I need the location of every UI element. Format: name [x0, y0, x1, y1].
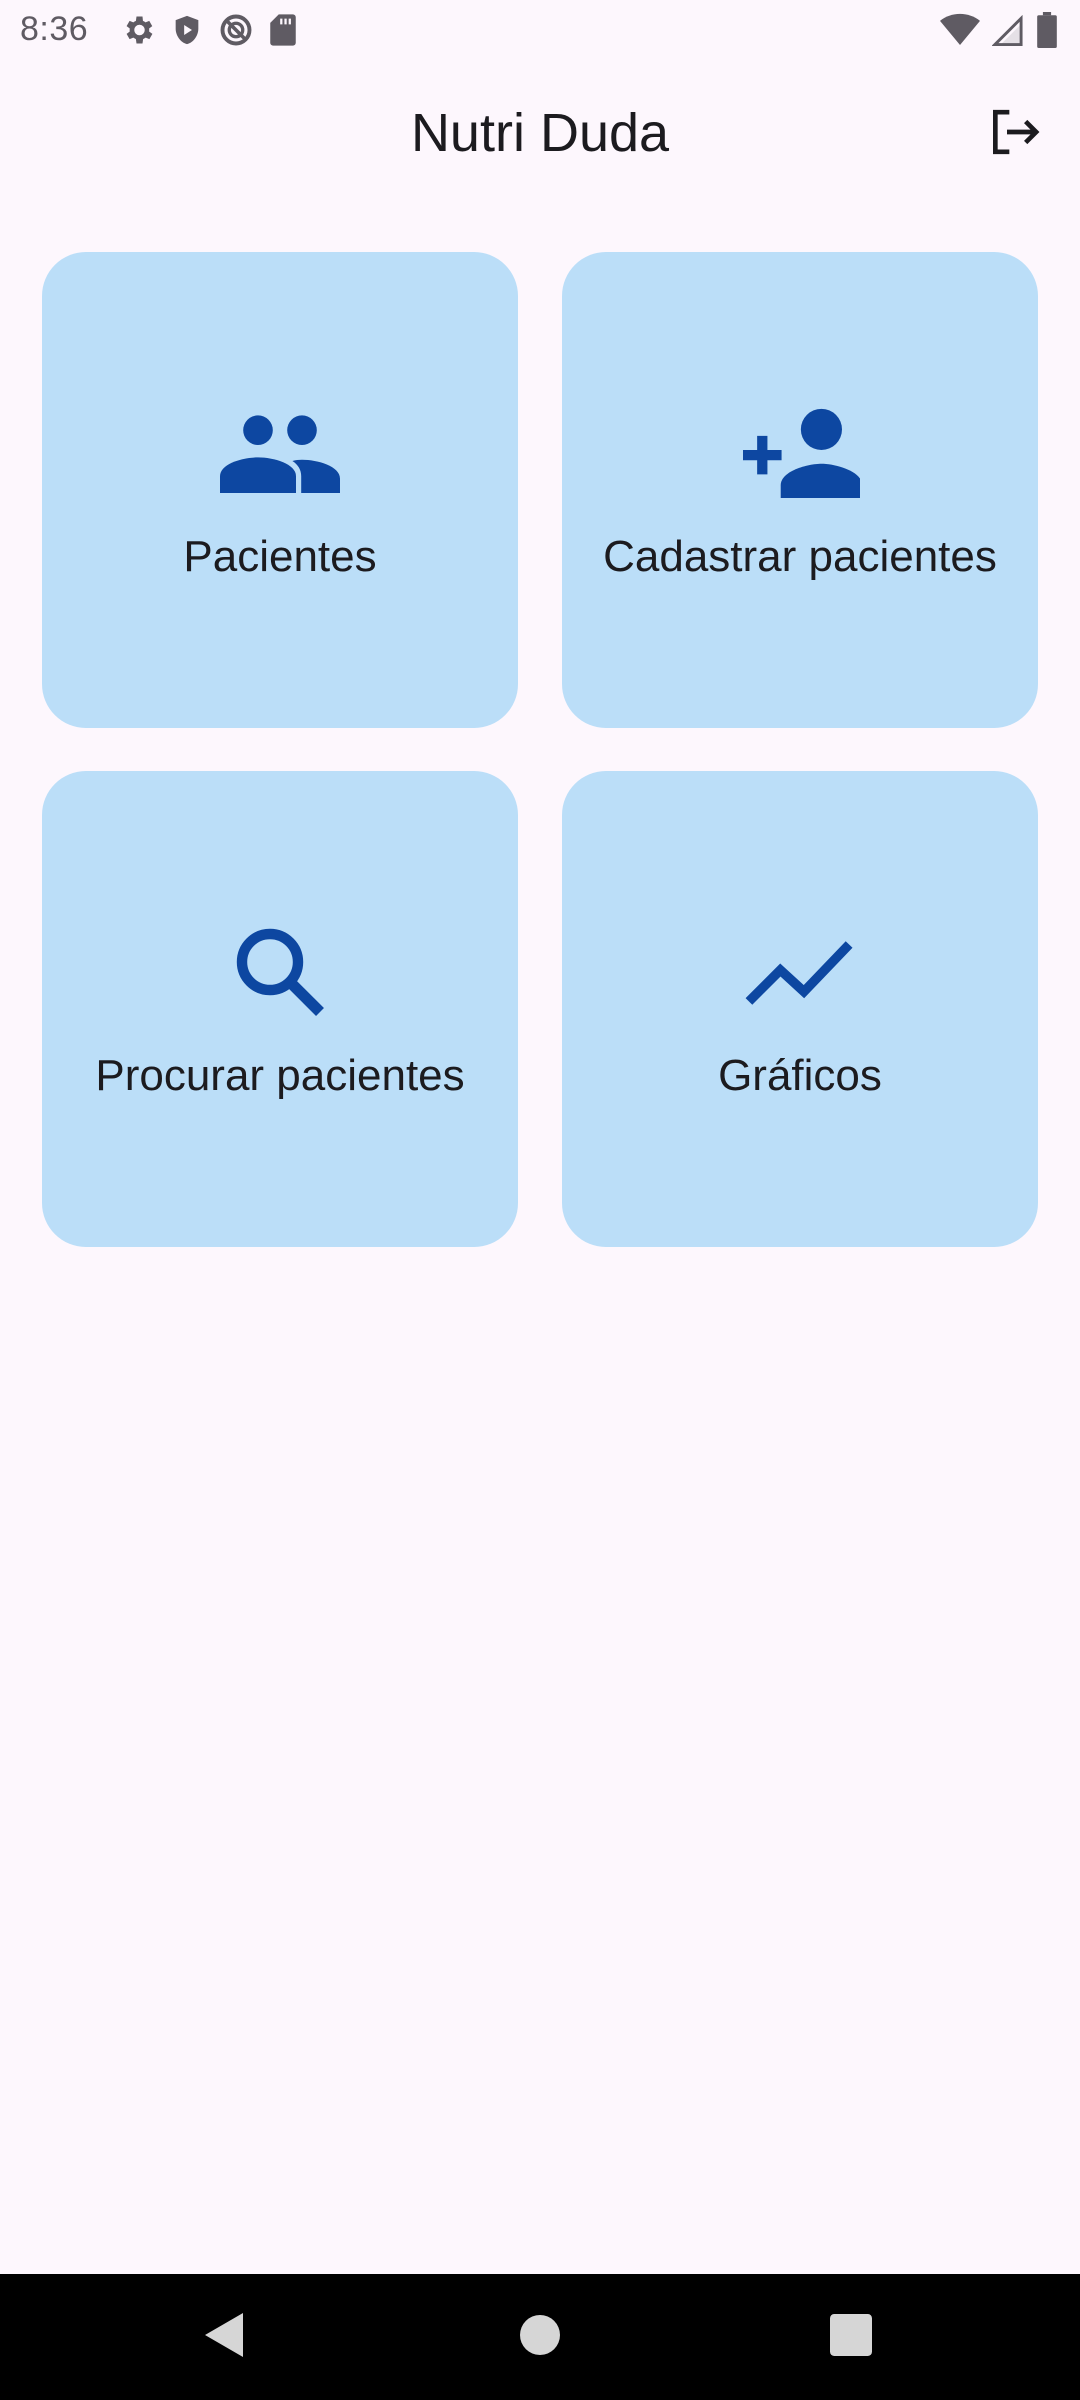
logout-icon	[986, 104, 1042, 165]
tile-label: Cadastrar pacientes	[603, 532, 997, 581]
shield-play-icon	[170, 12, 204, 48]
status-bar: 8:36	[0, 0, 1080, 64]
tile-label: Pacientes	[183, 532, 377, 581]
tile-cadastrar-pacientes[interactable]: Cadastrar pacientes	[562, 252, 1038, 728]
status-icons-left	[120, 12, 298, 48]
tile-pacientes[interactable]: Pacientes	[42, 252, 518, 728]
home-button[interactable]	[507, 2304, 573, 2370]
logout-button[interactable]	[982, 102, 1046, 166]
person-add-icon	[735, 388, 865, 518]
app-title: Nutri Duda	[410, 103, 670, 163]
trending-up-icon	[735, 907, 865, 1037]
tile-procurar-pacientes[interactable]: Procurar pacientes	[42, 771, 518, 1247]
search-icon	[215, 907, 345, 1037]
back-button[interactable]	[192, 2304, 258, 2370]
cell-signal-icon	[992, 13, 1024, 47]
settings-icon	[120, 12, 156, 48]
wifi-icon	[940, 13, 980, 47]
tile-label: Procurar pacientes	[95, 1051, 465, 1100]
blocked-circle-icon	[218, 12, 254, 48]
system-nav-bar	[0, 2274, 1080, 2400]
people-icon	[215, 388, 345, 518]
tile-label: Gráficos	[718, 1051, 882, 1100]
dashboard-grid: Pacientes Cadastrar pacientes Procurar p…	[42, 252, 1038, 1247]
battery-icon	[1036, 12, 1058, 48]
recents-icon	[830, 2313, 872, 2361]
status-icons-right	[940, 12, 1058, 48]
home-icon	[520, 2314, 560, 2360]
tile-graficos[interactable]: Gráficos	[562, 771, 1038, 1247]
app-bar: Nutri Duda	[0, 64, 1080, 208]
sd-card-icon	[268, 13, 298, 47]
status-time: 8:36	[20, 10, 89, 48]
back-icon	[203, 2310, 247, 2365]
recents-button[interactable]	[818, 2304, 884, 2370]
